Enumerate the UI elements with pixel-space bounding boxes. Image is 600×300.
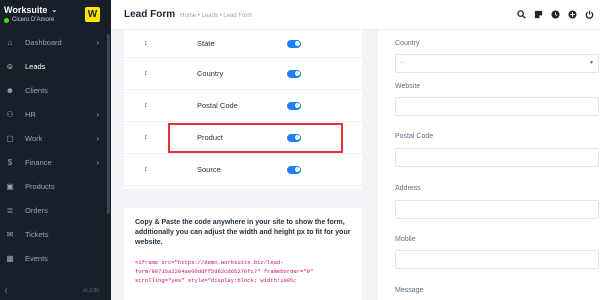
sidebar-item-orders[interactable]: ≣ Orders — [0, 198, 111, 222]
country-select[interactable]: -- ▾ — [395, 54, 599, 73]
chevron-right-icon: › — [96, 157, 99, 167]
sidebar-item-dashboard[interactable]: ⌂ Dashboard › — [0, 30, 111, 54]
power-icon[interactable] — [584, 9, 594, 19]
address-label: Address — [395, 185, 421, 192]
postal-code-label: Postal Code — [395, 133, 434, 140]
breadcrumb: Home • Leads • Lead Form — [180, 12, 253, 19]
brand-name: Worksuite — [4, 5, 48, 15]
field-row: ↕ Source — [124, 154, 362, 186]
form-preview: Country -- ▾ Website Postal Code Address… — [378, 30, 600, 300]
country-selected-value: -- — [400, 60, 404, 66]
field-label: State — [197, 39, 215, 48]
field-label: Source — [197, 165, 221, 174]
caret-down-icon: ▾ — [589, 60, 593, 66]
sidebar-item-label: Orders — [25, 205, 48, 215]
field-toggle[interactable] — [287, 39, 301, 48]
field-toggle[interactable] — [287, 101, 301, 110]
chevron-right-icon: › — [96, 109, 99, 119]
website-input[interactable] — [395, 97, 599, 116]
sidebar-item-clients[interactable]: ☻ Clients — [0, 78, 111, 102]
plus-circle-icon[interactable] — [567, 9, 577, 19]
sidebar-item-leads[interactable]: ☺ Leads — [0, 54, 111, 78]
highlight-box — [168, 123, 343, 153]
sidebar-item-label: Dashboard — [25, 37, 62, 47]
drag-handle-icon[interactable]: ↕ — [144, 166, 148, 173]
app-logo[interactable]: W — [85, 7, 100, 22]
sidebar-item-label: Work — [25, 133, 43, 143]
field-row: ↕ Postal Code — [124, 90, 362, 122]
cart-icon: ≣ — [6, 205, 14, 215]
box-icon: ▣ — [6, 181, 14, 191]
field-row: ↕ State — [124, 30, 362, 58]
chevron-right-icon: › — [96, 37, 99, 47]
header-actions — [516, 9, 594, 19]
clock-icon[interactable] — [550, 9, 560, 19]
sidebar-item-label: Finance — [25, 157, 52, 167]
briefcase-icon: ▢ — [6, 133, 14, 143]
field-toggle[interactable] — [287, 69, 301, 78]
sidebar-item-label: Leads — [25, 61, 46, 71]
page-header: Lead Form Home • Leads • Lead Form — [111, 0, 600, 30]
embed-code-card: Copy & Paste the code anywhere in your s… — [124, 208, 362, 300]
page-title: Lead Form — [124, 9, 176, 20]
country-label: Country — [395, 40, 420, 47]
sidebar-scrollbar[interactable] — [107, 34, 110, 214]
field-row: ↕ Country — [124, 58, 362, 90]
ticket-icon: ✉ — [6, 229, 14, 239]
postal-code-input[interactable] — [395, 148, 599, 167]
drag-handle-icon[interactable]: ↕ — [144, 40, 148, 47]
online-status-dot — [4, 17, 9, 23]
dollar-icon: $ — [7, 157, 13, 167]
people-icon: ⚇ — [6, 109, 14, 119]
sidebar-item-label: Clients — [25, 85, 48, 95]
address-input[interactable] — [395, 200, 599, 219]
sidebar-item-label: Products — [25, 181, 55, 191]
sticky-note-icon[interactable] — [533, 9, 543, 19]
sidebar-item-work[interactable]: ▢ Work › — [0, 126, 111, 150]
calendar-icon: ▦ — [6, 253, 14, 263]
users-icon: ☻ — [5, 85, 15, 95]
field-toggle[interactable] — [287, 165, 301, 174]
drag-handle-icon[interactable]: ↕ — [144, 102, 148, 109]
website-label: Website — [395, 83, 421, 90]
app-version: v5.2.80 — [82, 288, 99, 294]
sidebar-item-finance[interactable]: $ Finance › — [0, 150, 111, 174]
sidebar-item-hr[interactable]: ⚇ HR › — [0, 102, 111, 126]
mobile-label: Mobile — [395, 236, 416, 243]
sidebar-item-events[interactable]: ▦ Events — [0, 246, 111, 270]
mobile-input[interactable] — [395, 250, 599, 269]
sidebar-item-products[interactable]: ▣ Products — [0, 174, 111, 198]
sidebar-item-label: HR — [25, 109, 36, 119]
drag-handle-icon[interactable]: ↕ — [144, 70, 148, 77]
embed-description: Copy & Paste the code anywhere in your s… — [135, 219, 351, 246]
field-label: Country — [197, 69, 224, 78]
sidebar-item-label: Events — [25, 253, 48, 263]
house-icon: ⌂ — [7, 37, 13, 47]
chevron-right-icon: › — [96, 133, 99, 143]
sidebar-footer: ❮ v5.2.80 — [0, 288, 111, 294]
field-label: Postal Code — [197, 101, 238, 110]
sidebar-header: Worksuite ⌄ Cicero D'Amore W — [0, 0, 111, 30]
search-icon[interactable] — [516, 9, 526, 19]
sidebar: Worksuite ⌄ Cicero D'Amore W ⌂ Dashboard ›… — [0, 0, 111, 300]
collapse-sidebar-icon[interactable]: ❮ — [4, 288, 8, 294]
form-fields-card: ↕ State ↕ Country ↕ Postal Code ↕ Product ↕ Sourc… — [124, 30, 362, 189]
drag-handle-icon[interactable]: ↕ — [144, 134, 148, 141]
user-icon: ☺ — [5, 61, 15, 71]
message-label: Message — [395, 287, 424, 294]
embed-code[interactable]: <iframe src="https://demo.worksuite.biz/… — [135, 258, 351, 285]
sidebar-nav: ⌂ Dashboard › ☺ Leads ☻ Clients ⚇ HR › ▢ Work › $ Fina… — [0, 30, 111, 270]
chevron-down-icon: ⌄ — [51, 7, 58, 14]
sidebar-item-label: Tickets — [25, 229, 49, 239]
user-name: Cicero D'Amore — [12, 17, 55, 23]
sidebar-item-tickets[interactable]: ✉ Tickets — [0, 222, 111, 246]
